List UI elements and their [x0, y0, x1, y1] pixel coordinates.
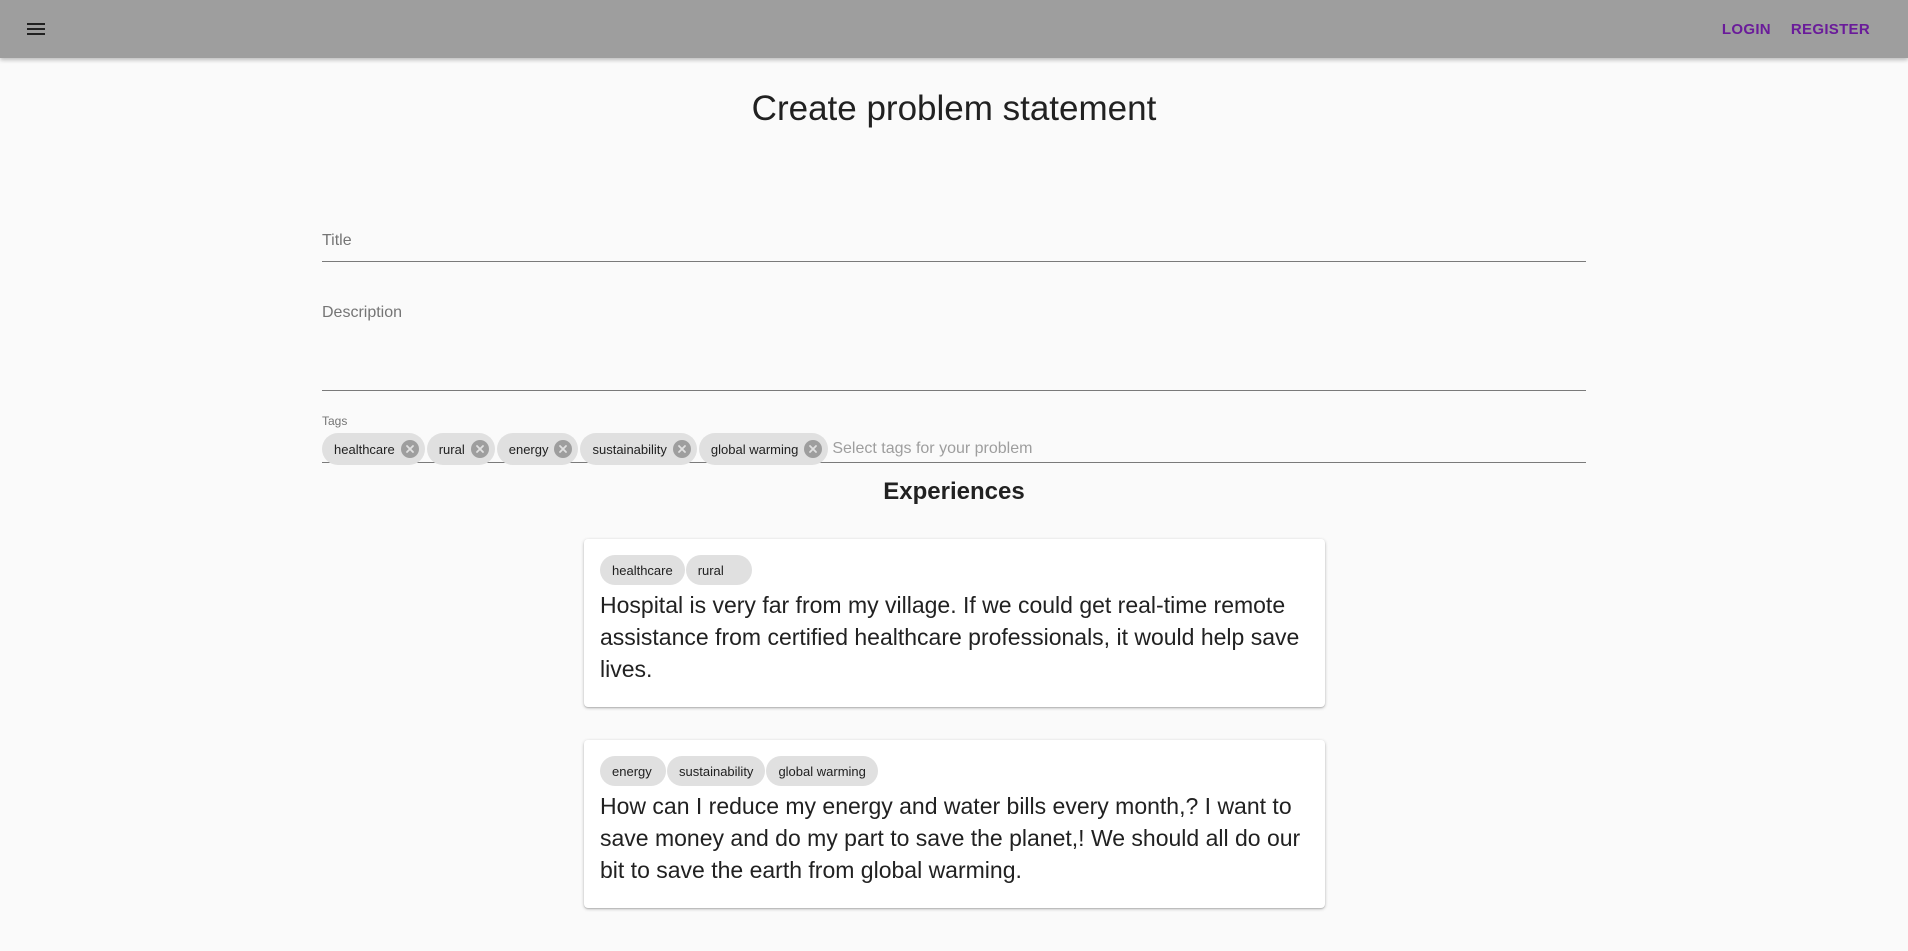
tag-chip-rural: rural: [426, 433, 495, 465]
app-bar: LOGIN REGISTER: [0, 0, 1908, 58]
tag-chip-energy: energy: [496, 433, 579, 465]
experience-text: Hospital is very far from my village. If…: [600, 592, 1300, 682]
experience-card[interactable]: energy sustainability global warming How…: [584, 740, 1325, 908]
cancel-icon[interactable]: [470, 440, 489, 458]
tag-chip-label: rural: [438, 441, 465, 457]
cancel-icon[interactable]: [672, 440, 691, 458]
tag-chip-energy: energy: [600, 756, 666, 786]
tag-chip-rural: rural: [685, 555, 752, 585]
tag-chip-healthcare: healthcare: [600, 555, 685, 585]
tag-chip-sustainability: sustainability: [667, 756, 766, 786]
tag-chip-sustainability: sustainability: [580, 433, 697, 465]
experience-text: How can I reduce my energy and water bil…: [600, 793, 1301, 883]
cancel-icon[interactable]: [804, 440, 823, 458]
tag-chip-label: energy: [508, 441, 549, 457]
hamburger-menu-icon: [27, 23, 45, 35]
tag-chip-global-warming: global warming: [698, 433, 829, 465]
nav-actions: LOGIN REGISTER: [1712, 15, 1880, 44]
page-title: Create problem statement: [751, 89, 1157, 128]
title-field[interactable]: Title: [322, 232, 1586, 262]
tag-chip-label: healthcare: [334, 441, 395, 457]
tag-chip-label: global warming: [710, 441, 799, 457]
experience-tags: healthcare rural: [600, 555, 1309, 585]
tag-chip-healthcare: healthcare: [322, 433, 425, 465]
menu-button[interactable]: [12, 5, 60, 53]
tags-field-label: Tags: [322, 414, 348, 428]
experience-card[interactable]: healthcare rural Hospital is very far fr…: [584, 539, 1325, 707]
selected-tags: healthcare rural energy sustainability g…: [322, 433, 1586, 465]
experiences-heading: Experiences: [883, 478, 1025, 505]
tag-chip-global-warming: global warming: [766, 756, 878, 786]
tags-input[interactable]: Select tags for your problem: [832, 440, 1032, 458]
tag-chip-label: sustainability: [592, 441, 667, 457]
experience-tags: energy sustainability global warming: [600, 756, 1309, 786]
login-button[interactable]: LOGIN: [1712, 15, 1781, 44]
tags-field[interactable]: Tags healthcare rural energy sustainabil…: [322, 414, 1586, 465]
description-field[interactable]: Description: [322, 304, 1586, 391]
cancel-icon[interactable]: [554, 440, 573, 458]
register-button[interactable]: REGISTER: [1781, 15, 1880, 44]
title-field-label: Title: [322, 232, 352, 249]
description-field-label: Description: [322, 304, 403, 321]
cancel-icon[interactable]: [400, 440, 419, 458]
